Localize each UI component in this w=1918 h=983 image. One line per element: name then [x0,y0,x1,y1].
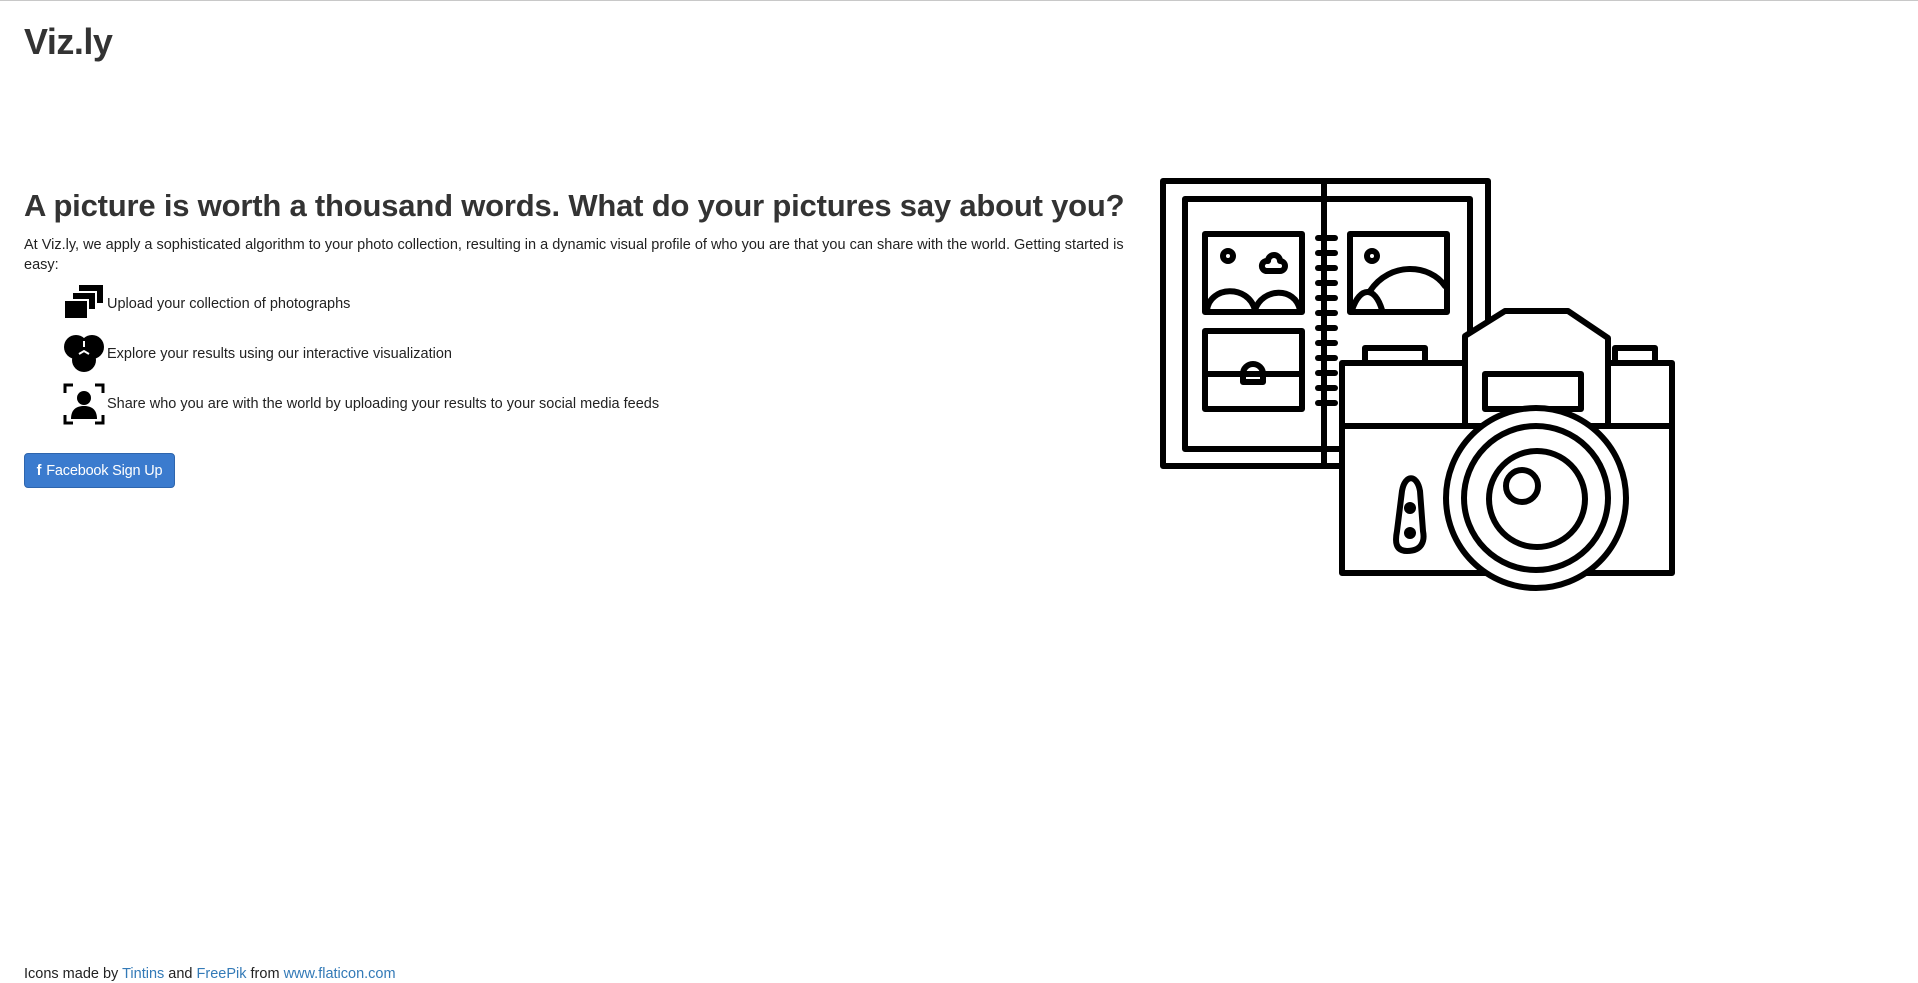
step-text: Upload your collection of photographs [107,296,351,312]
brand-logo[interactable]: Viz.ly [24,21,113,63]
steps-list: Upload your collection of photographs Ex… [63,283,659,433]
footer-from: from [250,966,280,982]
photos-stack-icon [63,285,103,320]
venn-diagram-icon [64,335,104,372]
flaticon-link[interactable]: www.flaticon.com [284,966,396,982]
list-item-share: Share who you are with the world by uplo… [63,383,659,425]
list-item-explore: Explore your results using our interacti… [63,333,659,375]
step-text: Explore your results using our interacti… [107,346,452,362]
list-item-upload: Upload your collection of photographs [63,283,659,325]
facebook-signup-label: Facebook Sign Up [46,462,163,479]
footer-prefix: Icons made by [24,966,119,982]
freepik-link[interactable]: FreePik [197,966,247,982]
tintins-link[interactable]: Tintins [122,966,164,982]
footer-and: and [168,966,193,982]
user-frame-icon [63,383,105,425]
facebook-icon: f [36,462,42,479]
facebook-signup-button[interactable]: f Facebook Sign Up [24,453,175,488]
page-headline: A picture is worth a thousand words. Wha… [24,188,1125,223]
footer-credits: Icons made by Tintins and FreePik from w… [24,966,396,982]
step-text: Share who you are with the world by uplo… [107,396,660,412]
photo-album-camera-icon [1160,178,1675,591]
intro-text: At Viz.ly, we apply a sophisticated algo… [24,237,1124,273]
